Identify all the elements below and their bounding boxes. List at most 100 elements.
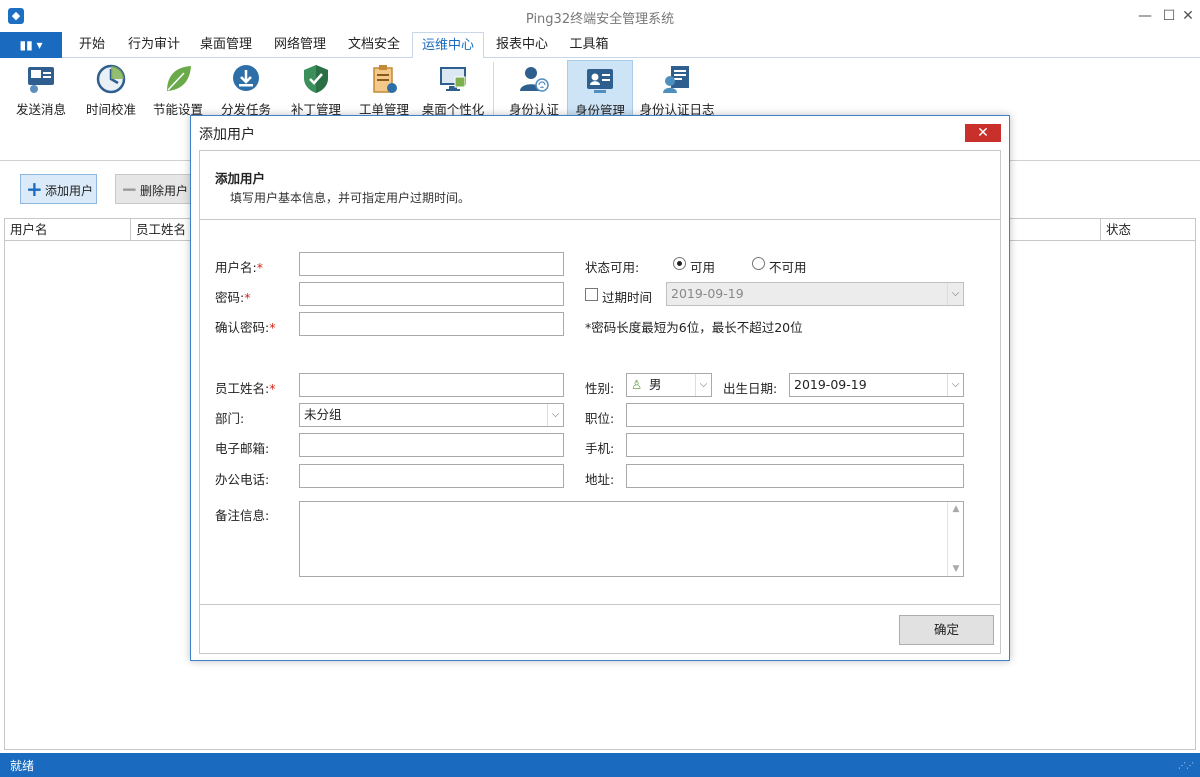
- column-header-status[interactable]: 状态: [1100, 219, 1195, 241]
- address-input[interactable]: [626, 464, 964, 488]
- delete-user-button[interactable]: − 删除用户: [115, 174, 193, 204]
- ribbon-identity-auth-log[interactable]: 身份认证日志: [638, 60, 716, 120]
- birth-date-value: 2019-09-19: [794, 377, 867, 392]
- window-title: Ping32终端安全管理系统: [525, 12, 675, 27]
- username-label: 用户名:*: [215, 260, 263, 275]
- email-input[interactable]: [299, 433, 564, 457]
- expire-checkbox[interactable]: [585, 288, 598, 301]
- confirm-button[interactable]: 确定: [899, 615, 994, 645]
- gender-label: 性别:: [585, 381, 615, 396]
- username-input[interactable]: [299, 252, 564, 276]
- resize-grip-icon[interactable]: ⋰⋰: [1178, 761, 1194, 770]
- mobile-input[interactable]: [626, 433, 964, 457]
- birth-date-label: 出生日期:: [723, 381, 778, 396]
- minus-icon: −: [121, 177, 138, 201]
- dialog-title: 添加用户: [199, 127, 255, 143]
- title-bar: ◆ Ping32终端安全管理系统 — ☐ ✕: [0, 0, 1200, 32]
- ribbon-time-sync[interactable]: 时间校准: [80, 60, 142, 120]
- delete-user-label: 删除用户: [140, 184, 189, 198]
- mobile-label: 手机:: [585, 441, 615, 456]
- status-text: 就绪: [10, 759, 35, 773]
- confirm-password-input[interactable]: [299, 312, 564, 336]
- dialog-header-title: 添加用户: [215, 171, 266, 186]
- send-message-icon: [28, 67, 54, 93]
- department-select[interactable]: 未分组 ⌵: [299, 403, 564, 427]
- password-input[interactable]: [299, 282, 564, 306]
- chevron-down-icon: ⌵: [695, 374, 711, 396]
- password-hint: *密码长度最短为6位，最长不超过20位: [585, 320, 803, 335]
- download-icon: [233, 65, 259, 91]
- employee-name-input[interactable]: [299, 373, 564, 397]
- ribbon-ticket-management[interactable]: 工单管理: [353, 60, 415, 120]
- status-bar: 就绪 ⋰⋰: [0, 753, 1200, 777]
- tab-document-security[interactable]: 文档安全: [342, 32, 406, 58]
- scroll-down-icon[interactable]: ▼: [948, 564, 964, 574]
- add-user-label: 添加用户: [45, 184, 94, 198]
- ribbon-send-message[interactable]: 发送消息: [10, 60, 72, 120]
- footer-divider: [200, 604, 1000, 605]
- dialog-body: 添加用户 填写用户基本信息，并可指定用户过期时间。 用户名:* 密码:* 确认密…: [199, 150, 1001, 654]
- scroll-up-icon[interactable]: ▲: [948, 504, 964, 514]
- ribbon-energy-saving[interactable]: 节能设置: [147, 60, 209, 120]
- add-user-dialog: 添加用户 ✕ 添加用户 填写用户基本信息，并可指定用户过期时间。 用户名:* 密…: [190, 115, 1010, 661]
- dialog-header-subtitle: 填写用户基本信息，并可指定用户过期时间。: [230, 191, 471, 205]
- chevron-down-icon: ⌵: [947, 374, 963, 396]
- clipboard-icon: [373, 65, 397, 93]
- chevron-down-icon: ⌵: [947, 283, 963, 305]
- tab-report-center[interactable]: 报表中心: [490, 32, 554, 58]
- position-input[interactable]: [626, 403, 964, 427]
- chevron-down-icon: ⌵: [547, 404, 563, 426]
- gender-select[interactable]: ♙ 男 ⌵: [626, 373, 712, 397]
- tab-start[interactable]: 开始: [70, 32, 114, 58]
- address-label: 地址:: [585, 472, 615, 487]
- status-label: 状态可用:: [585, 260, 640, 275]
- ribbon-desktop-personalize[interactable]: 桌面个性化: [418, 60, 488, 120]
- leaf-icon: [167, 66, 191, 91]
- ribbon-label: 时间校准: [85, 102, 136, 117]
- close-window-button[interactable]: ✕: [1174, 4, 1200, 28]
- office-phone-label: 办公电话:: [215, 472, 270, 487]
- employee-name-label: 员工姓名:*: [215, 381, 276, 396]
- expire-date-picker[interactable]: 2019-09-19 ⌵: [666, 282, 964, 306]
- ribbon-separator: [493, 62, 494, 118]
- tab-network-management[interactable]: 网络管理: [268, 32, 332, 58]
- shield-icon: [304, 65, 328, 93]
- department-value: 未分组: [304, 407, 342, 422]
- ribbon-patch-management[interactable]: 补丁管理: [285, 60, 347, 120]
- plus-icon: +: [26, 177, 43, 201]
- app-menu-button[interactable]: ▮▮ ▾: [0, 32, 62, 58]
- tab-toolbox[interactable]: 工具箱: [562, 32, 616, 58]
- log-user-icon: [663, 66, 689, 93]
- email-label: 电子邮箱:: [215, 441, 270, 456]
- office-phone-input[interactable]: [299, 464, 564, 488]
- ribbon-label: 发送消息: [15, 102, 66, 117]
- tab-ops-center[interactable]: 运维中心: [412, 32, 484, 59]
- column-header-username[interactable]: 用户名: [5, 219, 131, 241]
- confirm-password-label: 确认密码:*: [215, 320, 276, 335]
- status-disabled-radio[interactable]: [752, 257, 765, 270]
- birth-date-picker[interactable]: 2019-09-19 ⌵: [789, 373, 964, 397]
- gender-value: 男: [649, 377, 662, 392]
- tab-desktop-management[interactable]: 桌面管理: [194, 32, 258, 58]
- expire-date-value: 2019-09-19: [671, 286, 744, 301]
- status-enabled-radio[interactable]: [673, 257, 686, 270]
- status-enabled-label: 可用: [690, 260, 716, 275]
- add-user-button[interactable]: + 添加用户: [20, 174, 97, 204]
- remark-scrollbar[interactable]: ▲ ▼: [947, 502, 963, 576]
- password-label: 密码:*: [215, 290, 251, 305]
- ribbon-identity-auth[interactable]: 身份认证: [503, 60, 565, 120]
- tab-behavior-audit[interactable]: 行为审计: [122, 32, 186, 58]
- dialog-close-button[interactable]: ✕: [965, 124, 1001, 142]
- ribbon-distribute-task[interactable]: 分发任务: [215, 60, 277, 120]
- remark-label: 备注信息:: [215, 508, 270, 523]
- menu-bar: ▮▮ ▾ 开始 行为审计 桌面管理 网络管理 文档安全 运维中心 报表中心 工具…: [0, 32, 1200, 59]
- expire-label: 过期时间: [602, 290, 653, 305]
- remark-textarea[interactable]: ▲ ▼: [299, 501, 964, 577]
- department-label: 部门:: [215, 411, 245, 426]
- ribbon-identity-management[interactable]: 身份管理: [567, 60, 633, 120]
- clock-icon: [96, 64, 126, 94]
- status-disabled-label: 不可用: [769, 260, 807, 275]
- person-icon: ♙: [631, 377, 643, 392]
- header-divider: [200, 219, 1000, 220]
- id-card-icon: [587, 69, 613, 93]
